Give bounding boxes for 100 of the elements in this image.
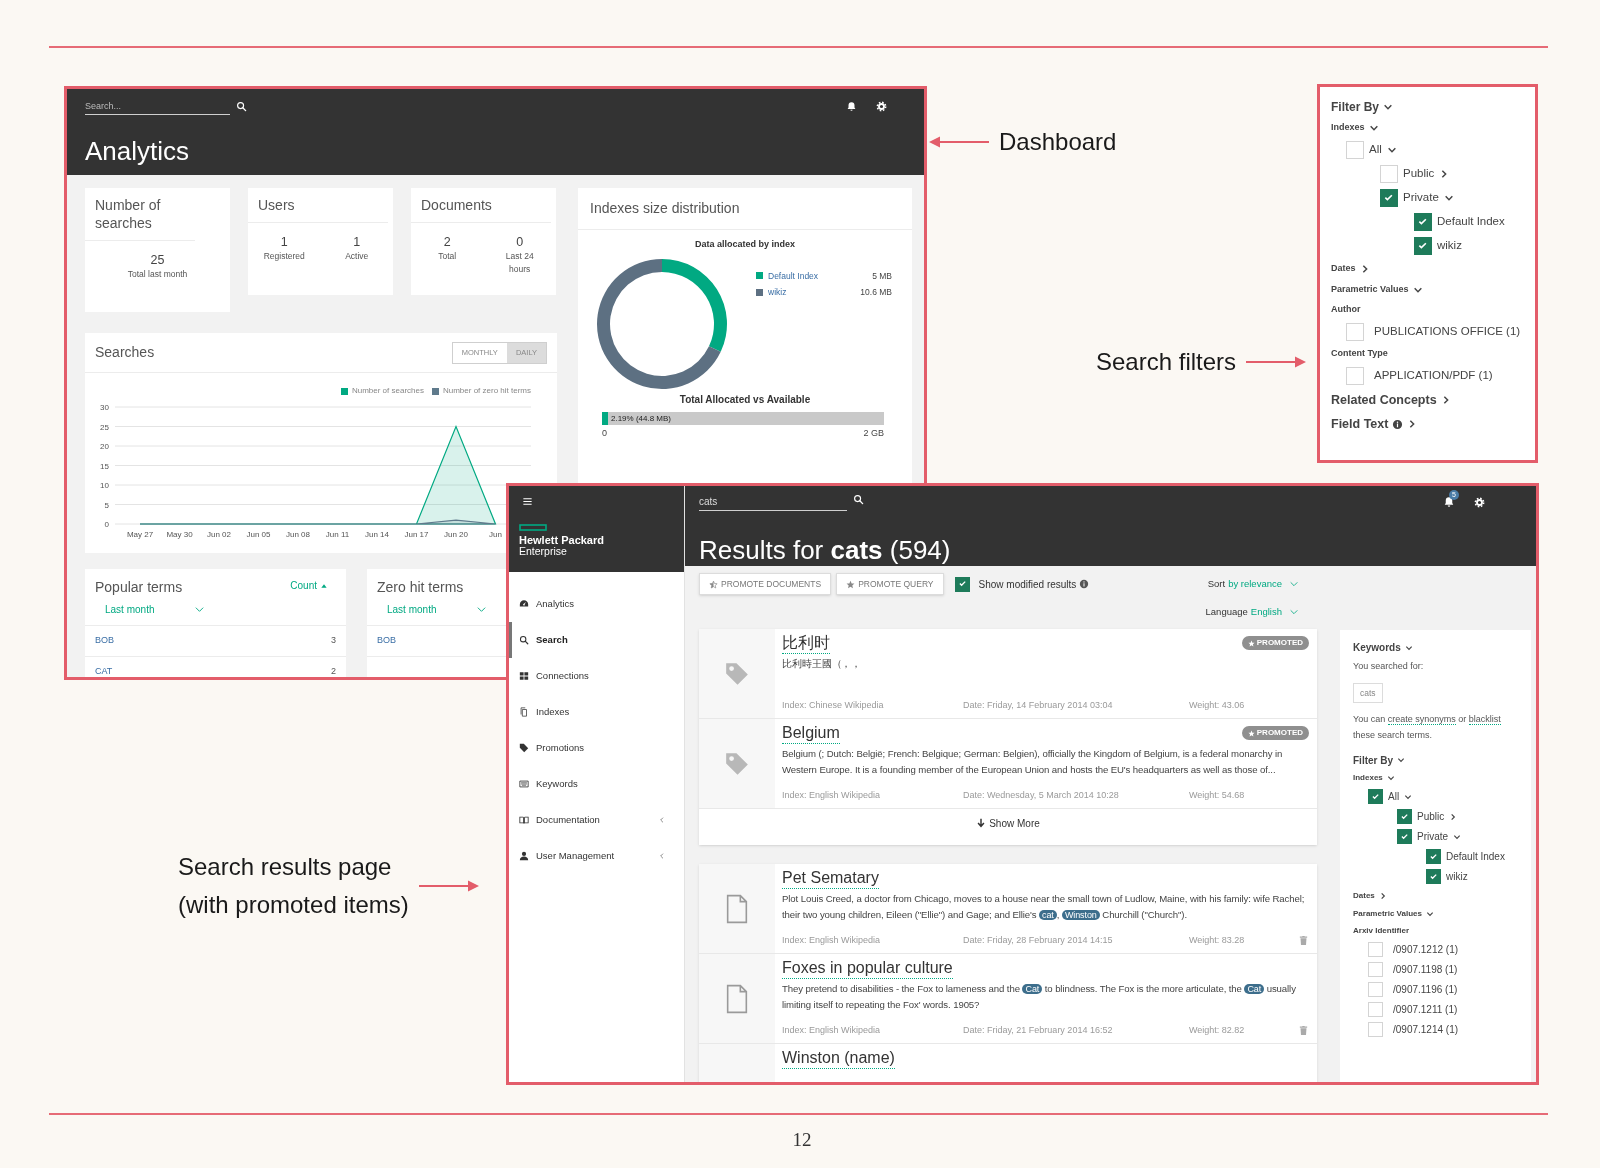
copy-icon bbox=[519, 707, 529, 717]
chevron-down-icon[interactable] bbox=[1404, 643, 1413, 652]
search-icon[interactable] bbox=[853, 493, 864, 505]
filter-heading: Dates bbox=[1331, 262, 1356, 276]
chevron-down-icon[interactable] bbox=[1425, 910, 1434, 918]
filter-option[interactable]: /0907.1198 (1) bbox=[1393, 962, 1458, 977]
menu-icon[interactable] bbox=[522, 496, 533, 507]
filter-option[interactable]: Public bbox=[1403, 165, 1435, 183]
filter-option[interactable]: Private bbox=[1403, 189, 1439, 207]
checkbox[interactable] bbox=[1426, 849, 1441, 864]
star-icon bbox=[1247, 639, 1255, 647]
checkbox[interactable] bbox=[1414, 213, 1432, 231]
result-title[interactable]: Winston (name) bbox=[782, 1048, 895, 1069]
search-field[interactable]: cats bbox=[699, 493, 847, 511]
annotation-text: Search results page (with promoted items) bbox=[178, 852, 409, 920]
axis-tick-label: 15 bbox=[100, 461, 109, 471]
nav-item[interactable]: Documentation bbox=[509, 802, 684, 838]
chevron-down-icon[interactable] bbox=[1453, 832, 1462, 841]
filter-heading: Indexes bbox=[1331, 121, 1365, 135]
checkbox[interactable] bbox=[954, 576, 970, 592]
nav-item[interactable]: Search bbox=[509, 622, 684, 658]
show-more-button[interactable]: Show More bbox=[976, 815, 1040, 831]
nav-item[interactable]: Connections bbox=[509, 658, 684, 694]
nav-label: Promotions bbox=[536, 740, 586, 755]
checkbox[interactable] bbox=[1397, 809, 1412, 824]
axis-label: Jun 08 bbox=[286, 530, 310, 539]
search-field[interactable]: Search... bbox=[85, 97, 230, 115]
settings-icon[interactable] bbox=[876, 100, 887, 112]
dropdown[interactable]: Sort by relevance bbox=[1207, 576, 1299, 592]
chevron-down-icon[interactable] bbox=[1412, 285, 1423, 295]
filter-option[interactable]: /0907.1211 (1) bbox=[1393, 1002, 1458, 1017]
result-meta: Weight: 82.82 bbox=[1189, 1023, 1246, 1037]
checkbox[interactable] bbox=[1397, 829, 1412, 844]
filter-option[interactable]: Private bbox=[1417, 829, 1449, 844]
nav-item[interactable]: Analytics bbox=[509, 586, 684, 622]
chevron-down-icon[interactable] bbox=[1383, 102, 1393, 112]
brand-name: Hewlett Packard bbox=[519, 534, 605, 546]
check-icon bbox=[1428, 851, 1439, 862]
page-number: 12 bbox=[791, 1128, 813, 1152]
checkbox[interactable] bbox=[1380, 189, 1398, 207]
nav-item[interactable]: Indexes bbox=[509, 694, 684, 730]
stat-value: 0 bbox=[516, 234, 524, 250]
bell-icon[interactable] bbox=[846, 100, 857, 112]
result-title[interactable]: 比利时 bbox=[782, 633, 830, 654]
chevron-down-icon[interactable] bbox=[1404, 792, 1413, 801]
chevron-down-icon[interactable] bbox=[1397, 756, 1405, 764]
check-icon bbox=[957, 579, 967, 589]
text-link[interactable]: blacklist bbox=[1468, 713, 1501, 725]
search-icon[interactable] bbox=[236, 100, 247, 112]
filter-option[interactable]: PUBLICATIONS OFFICE (1) bbox=[1374, 323, 1521, 341]
checkbox[interactable] bbox=[1368, 789, 1383, 804]
annotation-text: Search filters bbox=[1096, 347, 1237, 377]
chevron-down-icon bbox=[194, 604, 206, 615]
chevron-down-icon[interactable] bbox=[1386, 774, 1395, 782]
filter-option[interactable]: Default Index bbox=[1446, 849, 1505, 864]
filter-heading: Indexes bbox=[1353, 772, 1383, 784]
filter-heading: Dates bbox=[1353, 890, 1375, 902]
term-link[interactable]: CAT bbox=[95, 665, 113, 677]
info-icon[interactable] bbox=[1392, 418, 1404, 430]
promote-button[interactable]: PROMOTE DOCUMENTS bbox=[699, 573, 832, 595]
filter-option[interactable]: All bbox=[1369, 141, 1382, 159]
stat-label: Last 24 hours bbox=[504, 250, 535, 276]
filter-option[interactable]: All bbox=[1388, 789, 1400, 804]
chevron-down-icon[interactable] bbox=[1368, 123, 1379, 133]
nav-item[interactable]: User Management bbox=[509, 838, 684, 874]
chevron-right-icon[interactable] bbox=[1449, 812, 1458, 821]
term-link[interactable]: BOB bbox=[95, 634, 114, 648]
chevron-down-icon bbox=[1289, 607, 1299, 617]
filter-option[interactable]: Default Index bbox=[1437, 213, 1505, 231]
nav-item[interactable]: Promotions bbox=[509, 730, 684, 766]
chevron-right-icon[interactable] bbox=[1378, 892, 1387, 900]
axis-label: Jun 05 bbox=[246, 530, 271, 539]
bell-icon[interactable] bbox=[1443, 496, 1455, 508]
result-title[interactable]: Belgium bbox=[782, 723, 840, 744]
nav-item[interactable]: Keywords bbox=[509, 766, 684, 802]
checkbox-label: Show modified results bbox=[978, 577, 1077, 592]
checkbox[interactable] bbox=[1414, 237, 1432, 255]
result-meta: Weight: 54.68 bbox=[1189, 788, 1246, 802]
text-link[interactable]: create synonyms bbox=[1387, 713, 1456, 725]
stat-label: Total bbox=[437, 250, 458, 263]
filter-option[interactable]: wikiz bbox=[1437, 237, 1462, 255]
filter-heading: Filter By bbox=[1331, 99, 1379, 116]
chevron-down-icon[interactable] bbox=[1386, 145, 1397, 155]
axis-tick-label: 25 bbox=[100, 422, 109, 432]
filter-option[interactable]: /0907.1214 (1) bbox=[1393, 1022, 1459, 1037]
dropdown[interactable]: Language English bbox=[1205, 604, 1299, 620]
filter-option[interactable]: APPLICATION/PDF (1) bbox=[1374, 367, 1493, 385]
result-title[interactable]: Foxes in popular culture bbox=[782, 958, 953, 979]
nav-label: Documentation bbox=[536, 812, 601, 827]
checkbox[interactable] bbox=[1426, 869, 1441, 884]
result-title[interactable]: Pet Sematary bbox=[782, 868, 879, 889]
filter-option[interactable]: /0907.1196 (1) bbox=[1393, 982, 1458, 997]
promote-button[interactable]: PROMOTE QUERY bbox=[836, 573, 944, 595]
filter-option[interactable]: wikiz bbox=[1446, 869, 1468, 884]
settings-icon[interactable] bbox=[1474, 496, 1485, 508]
filter-option[interactable]: /0907.1212 (1) bbox=[1393, 942, 1459, 957]
chevron-down-icon[interactable] bbox=[1443, 193, 1454, 203]
filter-option[interactable]: Public bbox=[1417, 809, 1445, 824]
term-link[interactable]: BOB bbox=[377, 634, 396, 648]
info-icon[interactable] bbox=[1079, 579, 1090, 589]
